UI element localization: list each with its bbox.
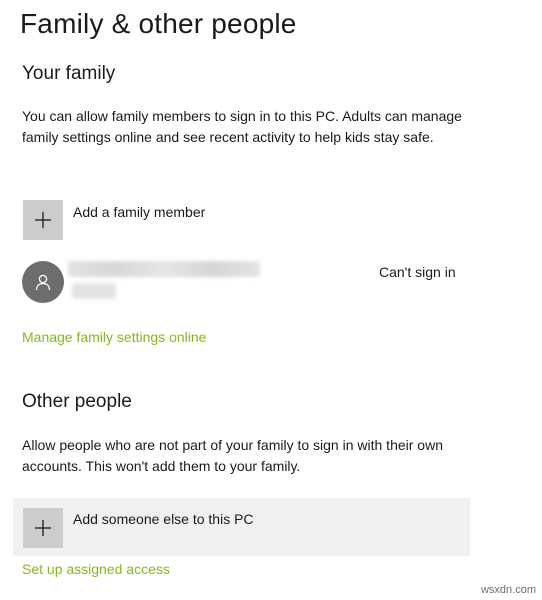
your-family-heading: Your family bbox=[22, 63, 116, 84]
family-member-email-redacted bbox=[72, 283, 116, 299]
add-family-member-label[interactable]: Add a family member bbox=[73, 204, 205, 220]
add-family-member-button[interactable] bbox=[23, 200, 63, 240]
add-someone-else-button[interactable] bbox=[23, 508, 63, 548]
family-description: You can allow family members to sign in … bbox=[22, 108, 462, 145]
manage-family-settings-link[interactable]: Manage family settings online bbox=[22, 329, 206, 345]
other-people-description: Allow people who are not part of your fa… bbox=[22, 437, 443, 474]
watermark: wsxdn.com bbox=[480, 584, 536, 596]
family-member-avatar[interactable] bbox=[22, 261, 64, 303]
plus-icon bbox=[35, 212, 51, 228]
family-member-status: Can't sign in bbox=[379, 264, 456, 280]
family-member-name-redacted bbox=[68, 261, 260, 277]
page-title: Family & other people bbox=[20, 8, 297, 39]
person-icon bbox=[35, 274, 51, 291]
set-up-assigned-access-link[interactable]: Set up assigned access bbox=[22, 561, 170, 577]
add-someone-else-label[interactable]: Add someone else to this PC bbox=[73, 511, 254, 527]
plus-icon bbox=[35, 520, 51, 536]
other-people-heading: Other people bbox=[22, 391, 132, 412]
add-someone-else-row[interactable] bbox=[13, 498, 470, 556]
